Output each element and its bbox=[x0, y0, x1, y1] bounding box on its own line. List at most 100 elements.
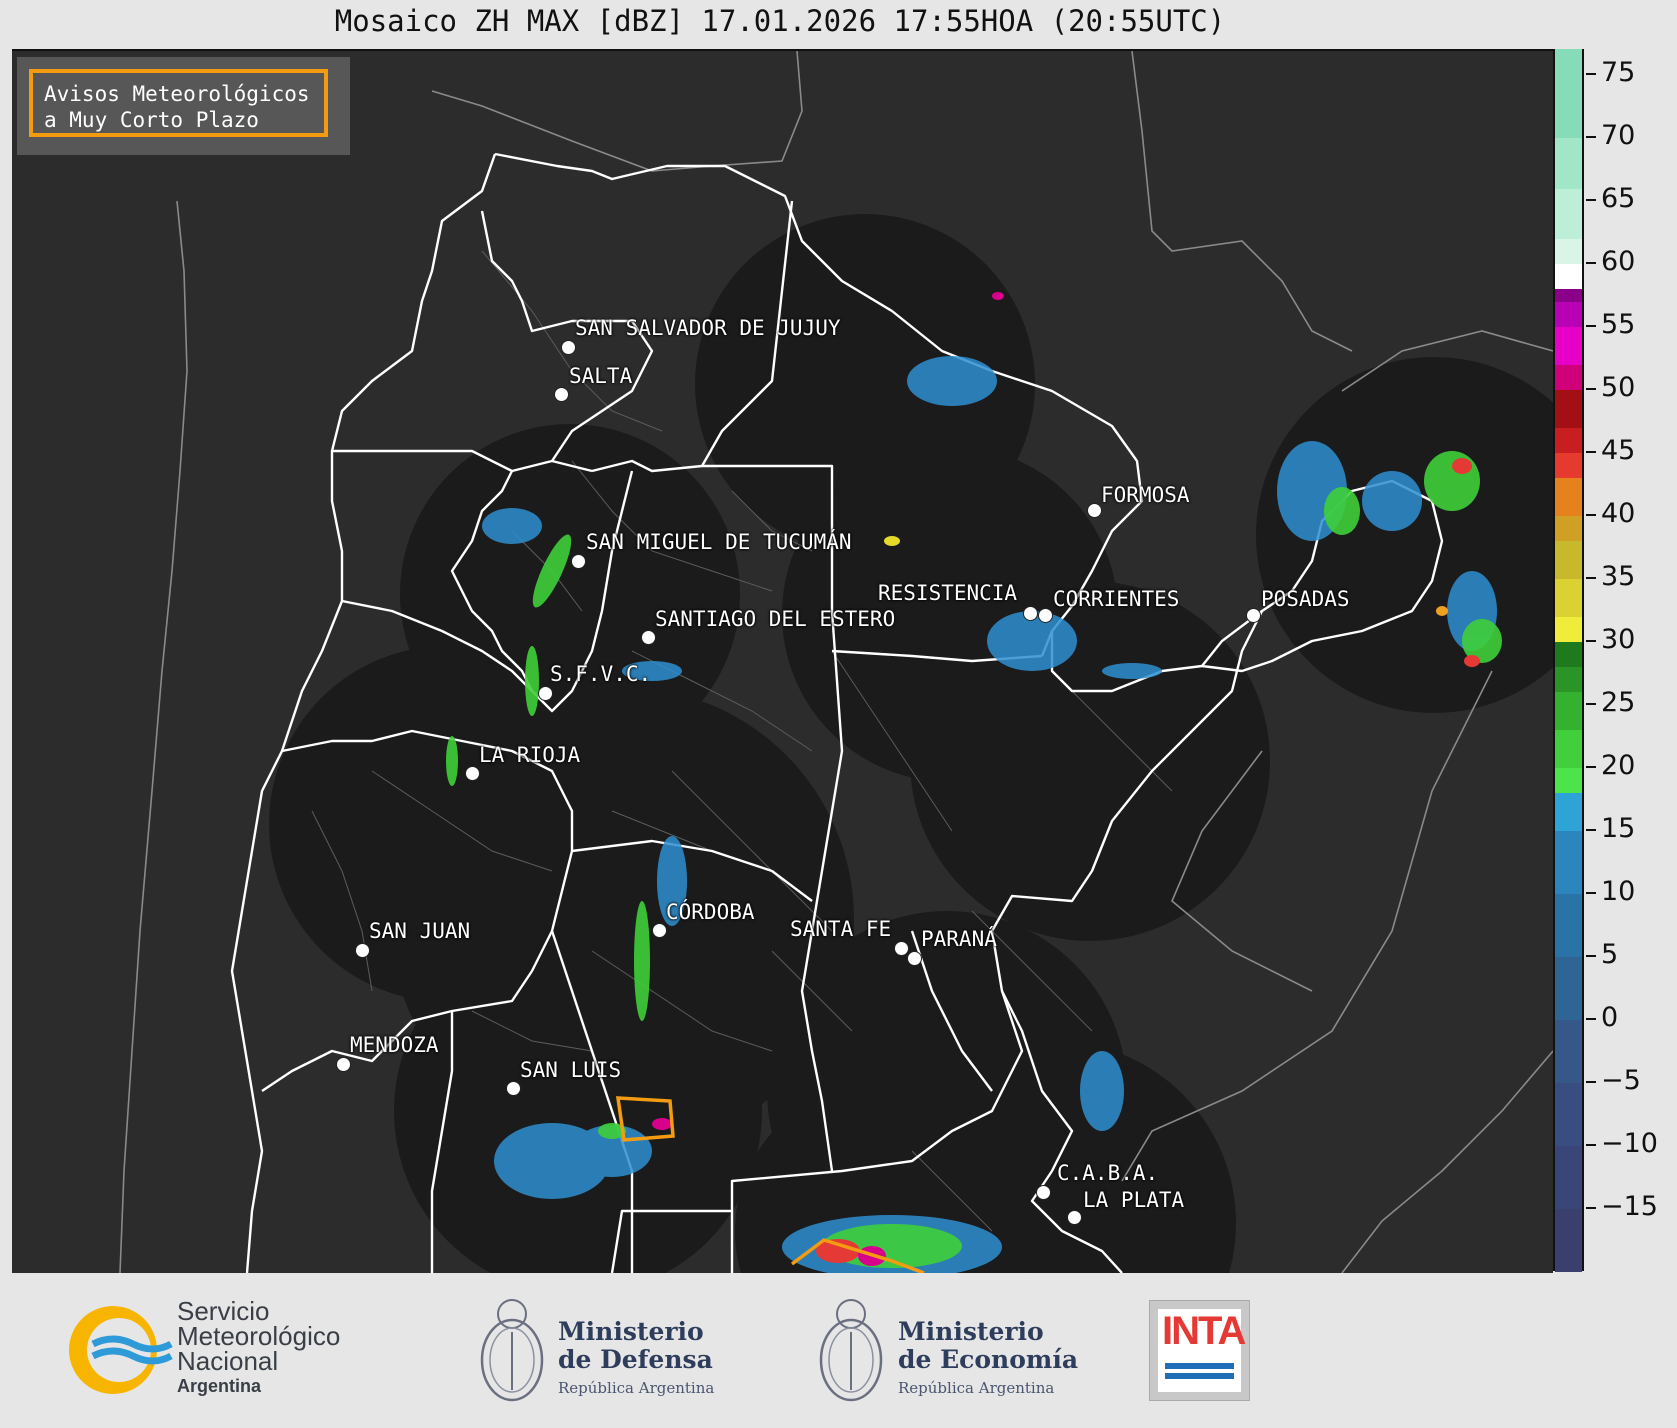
city-label-santiago: SANTIAGO DEL ESTERO bbox=[655, 607, 896, 631]
colorbar-segment bbox=[1555, 326, 1582, 365]
city-label-santa-fe: SANTA FE bbox=[790, 917, 892, 941]
colorbar-segment bbox=[1555, 767, 1582, 794]
inta-logo-bar-2 bbox=[1165, 1373, 1234, 1379]
colorbar-tick bbox=[1586, 703, 1596, 706]
colorbar-segment bbox=[1555, 477, 1582, 517]
city-label-cordoba: CÓRDOBA bbox=[666, 900, 755, 924]
colorbar-tick-label: −10 bbox=[1601, 1128, 1658, 1160]
city-dot-salta[interactable] bbox=[554, 387, 569, 402]
colorbar-segment bbox=[1555, 691, 1582, 731]
city-label-salta: SALTA bbox=[569, 364, 633, 388]
city-dot-jujuy[interactable] bbox=[561, 340, 576, 355]
colorbar-segment bbox=[1555, 300, 1582, 328]
colorbar-segment bbox=[1555, 237, 1582, 265]
colorbar-segment bbox=[1555, 426, 1582, 454]
defensa-line2: de Defensa bbox=[558, 1345, 713, 1374]
city-dot-san-juan[interactable] bbox=[355, 943, 370, 958]
alert-legend-box: Avisos Meteorológicos a Muy Corto Plazo bbox=[29, 69, 328, 137]
colorbar-tick bbox=[1586, 955, 1596, 958]
city-dot-tucuman[interactable] bbox=[571, 554, 586, 569]
city-dot-la-plata[interactable] bbox=[1067, 1210, 1082, 1225]
city-dot-la-rioja[interactable] bbox=[465, 766, 480, 781]
colorbar-tick-label: −5 bbox=[1601, 1065, 1641, 1097]
colorbar-tick-label: 35 bbox=[1601, 561, 1636, 593]
colorbar-tick-label: 30 bbox=[1601, 624, 1636, 656]
city-dot-santiago[interactable] bbox=[641, 630, 656, 645]
map-title: Mosaico ZH MAX [dBZ] 17.01.2026 17:55HOA… bbox=[334, 4, 1226, 38]
inta-logo-word: INTA bbox=[1162, 1309, 1246, 1353]
colorbar-tick bbox=[1586, 325, 1596, 328]
colorbar-segment bbox=[1555, 1082, 1582, 1146]
economia-line2: de Economía bbox=[898, 1345, 1079, 1374]
city-dot-sfvc[interactable] bbox=[538, 686, 553, 701]
colorbar-tick-label: 70 bbox=[1601, 120, 1636, 152]
colorbar-tick-label: 10 bbox=[1601, 876, 1636, 908]
colorbar-tick-label: 60 bbox=[1601, 246, 1636, 278]
colorbar-tick-label: 50 bbox=[1601, 372, 1636, 404]
city-dot-corrientes[interactable] bbox=[1038, 608, 1053, 623]
alert-legend: Avisos Meteorológicos a Muy Corto Plazo bbox=[17, 57, 350, 155]
city-label-la-plata: LA PLATA bbox=[1083, 1188, 1185, 1212]
colorbar-segment bbox=[1555, 452, 1582, 479]
inta-logo: INTA bbox=[1149, 1300, 1250, 1401]
radar-disc-parana-n bbox=[910, 581, 1270, 941]
colorbar-tick-label: 55 bbox=[1601, 309, 1636, 341]
colorbar-tick bbox=[1586, 1081, 1596, 1084]
city-label-tucuman: SAN MIGUEL DE TUCUMÁN bbox=[586, 530, 852, 554]
colorbar-segment bbox=[1555, 893, 1582, 958]
colorbar-segment bbox=[1555, 792, 1582, 832]
inta-logo-inner: INTA bbox=[1158, 1309, 1246, 1392]
reflectivity-colorbar bbox=[1553, 49, 1584, 1272]
city-label-parana: PARANÁ bbox=[921, 927, 997, 951]
radar-map[interactable]: Avisos Meteorológicos a Muy Corto Plazo … bbox=[12, 49, 1553, 1273]
colorbar-tick-label: 75 bbox=[1601, 57, 1636, 89]
defensa-sub: República Argentina bbox=[558, 1379, 715, 1397]
city-dot-formosa[interactable] bbox=[1087, 503, 1102, 518]
colorbar-tick bbox=[1586, 829, 1596, 832]
colorbar-tick-label: 20 bbox=[1601, 750, 1636, 782]
defensa-logo-text: Ministerio de Defensa República Argentin… bbox=[558, 1318, 714, 1402]
defensa-seal-icon bbox=[480, 1299, 544, 1402]
colorbar-tick bbox=[1586, 199, 1596, 202]
colorbar-segment bbox=[1555, 389, 1582, 428]
colorbar-segment bbox=[1555, 729, 1582, 769]
city-dot-posadas[interactable] bbox=[1246, 608, 1261, 623]
colorbar-segment bbox=[1555, 288, 1582, 302]
colorbar-segment bbox=[1555, 137, 1582, 189]
city-dot-caba[interactable] bbox=[1036, 1185, 1051, 1200]
colorbar-segment bbox=[1555, 187, 1582, 239]
colorbar-segment bbox=[1555, 263, 1582, 290]
city-label-resistencia: RESISTENCIA bbox=[878, 581, 1018, 605]
colorbar-tick-label: 40 bbox=[1601, 498, 1636, 530]
colorbar-tick-label: 0 bbox=[1601, 1002, 1619, 1034]
colorbar-tick bbox=[1586, 514, 1596, 517]
city-label-posadas: POSADAS bbox=[1261, 587, 1350, 611]
city-dot-cordoba[interactable] bbox=[652, 923, 667, 938]
colorbar-tick-label: 45 bbox=[1601, 435, 1636, 467]
colorbar-tick-label: 5 bbox=[1601, 939, 1619, 971]
city-dot-mendoza[interactable] bbox=[336, 1057, 351, 1072]
colorbar-tick-label: −15 bbox=[1601, 1191, 1658, 1222]
colorbar-segment bbox=[1555, 363, 1582, 391]
city-dot-santa-fe[interactable] bbox=[894, 941, 909, 956]
city-label-caba: C.A.B.A. bbox=[1057, 1161, 1159, 1185]
colorbar-tick bbox=[1586, 73, 1596, 76]
colorbar-tick bbox=[1586, 577, 1596, 580]
colorbar-tick bbox=[1586, 451, 1596, 454]
colorbar-segment bbox=[1555, 515, 1582, 542]
city-label-san-juan: SAN JUAN bbox=[369, 919, 471, 943]
city-dot-resistencia[interactable] bbox=[1023, 606, 1038, 621]
city-label-mendoza: MENDOZA bbox=[350, 1033, 439, 1057]
colorbar-segment bbox=[1555, 956, 1582, 1021]
inta-logo-bar-1 bbox=[1165, 1363, 1234, 1369]
city-label-corrientes: CORRIENTES bbox=[1053, 587, 1180, 611]
colorbar-tick bbox=[1586, 262, 1596, 265]
city-dot-parana[interactable] bbox=[907, 951, 922, 966]
colorbar-segment bbox=[1555, 540, 1582, 580]
city-dot-san-luis[interactable] bbox=[506, 1081, 521, 1096]
economia-seal-icon bbox=[819, 1299, 883, 1402]
colorbar-tick bbox=[1586, 136, 1596, 139]
smn-line3: Nacional bbox=[177, 1346, 279, 1376]
colorbar-tick bbox=[1586, 640, 1596, 643]
colorbar-tick bbox=[1586, 766, 1596, 769]
